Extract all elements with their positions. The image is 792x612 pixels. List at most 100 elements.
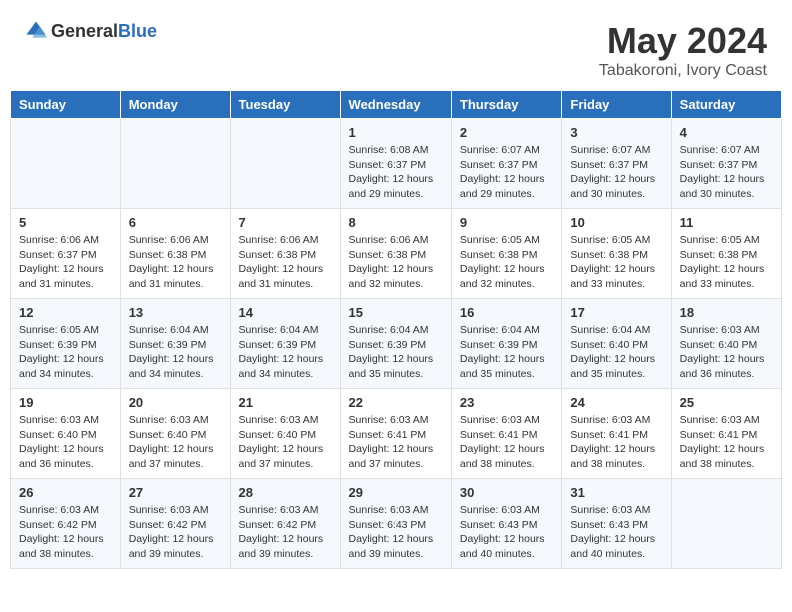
day-info: Sunrise: 6:05 AM Sunset: 6:38 PM Dayligh… xyxy=(680,233,773,292)
day-info: Sunrise: 6:06 AM Sunset: 6:38 PM Dayligh… xyxy=(129,233,222,292)
calendar-week-4: 19 Sunrise: 6:03 AM Sunset: 6:40 PM Dayli… xyxy=(11,389,782,479)
day-info: Sunrise: 6:03 AM Sunset: 6:43 PM Dayligh… xyxy=(460,503,553,562)
table-row: 24Sunrise: 6:03 AM Sunset: 6:41 PM Dayli… xyxy=(562,389,671,479)
table-row: 8 Sunrise: 6:06 AM Sunset: 6:38 PM Daylig… xyxy=(340,209,451,299)
table-row: 31Sunrise: 6:03 AM Sunset: 6:43 PM Dayli… xyxy=(562,479,671,569)
logo-icon xyxy=(25,20,47,42)
day-number: 9 xyxy=(460,215,553,230)
day-number: 18 xyxy=(680,305,773,320)
table-row: 17 Sunrise: 6:04 AM Sunset: 6:40 PM Dayli… xyxy=(562,299,671,389)
logo-general: General xyxy=(51,21,118,41)
day-info: Sunrise: 6:08 AM Sunset: 6:37 PM Dayligh… xyxy=(349,143,443,202)
table-row: 14 Sunrise: 6:04 AM Sunset: 6:39 PM Dayli… xyxy=(230,299,340,389)
location-subtitle: Tabakoroni, Ivory Coast xyxy=(599,62,767,80)
day-info: Sunrise: 6:03 AM Sunset: 6:40 PM Dayligh… xyxy=(129,413,222,472)
table-row: 7Sunrise: 6:06 AM Sunset: 6:38 PM Daylig… xyxy=(230,209,340,299)
table-row: 5Sunrise: 6:06 AM Sunset: 6:37 PM Daylig… xyxy=(11,209,121,299)
day-info: Sunrise: 6:03 AM Sunset: 6:41 PM Dayligh… xyxy=(680,413,773,472)
calendar-week-1: 1 Sunrise: 6:08 AM Sunset: 6:37 PM Daylig… xyxy=(11,119,782,209)
day-info: Sunrise: 6:03 AM Sunset: 6:40 PM Dayligh… xyxy=(19,413,112,472)
table-row: 26 Sunrise: 6:03 AM Sunset: 6:42 PM Dayli… xyxy=(11,479,121,569)
day-info: Sunrise: 6:05 AM Sunset: 6:39 PM Dayligh… xyxy=(19,323,112,382)
table-row: 11Sunrise: 6:05 AM Sunset: 6:38 PM Dayli… xyxy=(671,209,781,299)
weekday-header-row: SundayMondayTuesdayWednesdayThursdayFrid… xyxy=(11,91,782,119)
day-number: 6 xyxy=(129,215,222,230)
table-row: 19 Sunrise: 6:03 AM Sunset: 6:40 PM Dayli… xyxy=(11,389,121,479)
weekday-header-monday: Monday xyxy=(120,91,230,119)
day-number: 14 xyxy=(239,305,332,320)
table-row: 2 Sunrise: 6:07 AM Sunset: 6:37 PM Daylig… xyxy=(451,119,561,209)
table-row: 16 Sunrise: 6:04 AM Sunset: 6:39 PM Dayli… xyxy=(451,299,561,389)
day-number: 19 xyxy=(19,395,112,410)
day-info: Sunrise: 6:04 AM Sunset: 6:40 PM Dayligh… xyxy=(570,323,662,382)
day-info: Sunrise: 6:06 AM Sunset: 6:38 PM Dayligh… xyxy=(349,233,443,292)
day-info: Sunrise: 6:03 AM Sunset: 6:42 PM Dayligh… xyxy=(129,503,222,562)
table-row xyxy=(671,479,781,569)
day-number: 17 xyxy=(570,305,662,320)
day-info: Sunrise: 6:03 AM Sunset: 6:42 PM Dayligh… xyxy=(19,503,112,562)
day-info: Sunrise: 6:07 AM Sunset: 6:37 PM Dayligh… xyxy=(570,143,662,202)
table-row: 9Sunrise: 6:05 AM Sunset: 6:38 PM Daylig… xyxy=(451,209,561,299)
day-info: Sunrise: 6:03 AM Sunset: 6:40 PM Dayligh… xyxy=(680,323,773,382)
logo-text: GeneralBlue xyxy=(51,21,157,42)
day-number: 29 xyxy=(349,485,443,500)
table-row: 30 Sunrise: 6:03 AM Sunset: 6:43 PM Dayli… xyxy=(451,479,561,569)
weekday-header-wednesday: Wednesday xyxy=(340,91,451,119)
day-number: 10 xyxy=(570,215,662,230)
day-info: Sunrise: 6:04 AM Sunset: 6:39 PM Dayligh… xyxy=(239,323,332,382)
table-row: 29 Sunrise: 6:03 AM Sunset: 6:43 PM Dayli… xyxy=(340,479,451,569)
day-info: Sunrise: 6:05 AM Sunset: 6:38 PM Dayligh… xyxy=(570,233,662,292)
day-info: Sunrise: 6:06 AM Sunset: 6:37 PM Dayligh… xyxy=(19,233,112,292)
calendar-week-5: 26 Sunrise: 6:03 AM Sunset: 6:42 PM Dayli… xyxy=(11,479,782,569)
day-number: 7 xyxy=(239,215,332,230)
weekday-header-friday: Friday xyxy=(562,91,671,119)
calendar-table: SundayMondayTuesdayWednesdayThursdayFrid… xyxy=(10,90,782,569)
day-number: 28 xyxy=(239,485,332,500)
day-number: 30 xyxy=(460,485,553,500)
table-row: 23 Sunrise: 6:03 AM Sunset: 6:41 PM Dayli… xyxy=(451,389,561,479)
logo: GeneralBlue xyxy=(25,20,157,42)
day-number: 21 xyxy=(239,395,332,410)
day-info: Sunrise: 6:07 AM Sunset: 6:37 PM Dayligh… xyxy=(460,143,553,202)
day-number: 1 xyxy=(349,125,443,140)
day-info: Sunrise: 6:04 AM Sunset: 6:39 PM Dayligh… xyxy=(349,323,443,382)
day-info: Sunrise: 6:03 AM Sunset: 6:41 PM Dayligh… xyxy=(349,413,443,472)
day-info: Sunrise: 6:03 AM Sunset: 6:42 PM Dayligh… xyxy=(239,503,332,562)
day-number: 12 xyxy=(19,305,112,320)
table-row: 27 Sunrise: 6:03 AM Sunset: 6:42 PM Dayli… xyxy=(120,479,230,569)
table-row: 4Sunrise: 6:07 AM Sunset: 6:37 PM Daylig… xyxy=(671,119,781,209)
table-row: 15 Sunrise: 6:04 AM Sunset: 6:39 PM Dayli… xyxy=(340,299,451,389)
calendar-header: SundayMondayTuesdayWednesdayThursdayFrid… xyxy=(11,91,782,119)
table-row: 12 Sunrise: 6:05 AM Sunset: 6:39 PM Dayli… xyxy=(11,299,121,389)
weekday-header-sunday: Sunday xyxy=(11,91,121,119)
day-info: Sunrise: 6:03 AM Sunset: 6:43 PM Dayligh… xyxy=(349,503,443,562)
day-info: Sunrise: 6:03 AM Sunset: 6:41 PM Dayligh… xyxy=(460,413,553,472)
calendar-week-3: 12 Sunrise: 6:05 AM Sunset: 6:39 PM Dayli… xyxy=(11,299,782,389)
table-row: 18 Sunrise: 6:03 AM Sunset: 6:40 PM Dayli… xyxy=(671,299,781,389)
day-number: 3 xyxy=(570,125,662,140)
day-number: 24 xyxy=(570,395,662,410)
day-info: Sunrise: 6:04 AM Sunset: 6:39 PM Dayligh… xyxy=(460,323,553,382)
table-row: 6 Sunrise: 6:06 AM Sunset: 6:38 PM Daylig… xyxy=(120,209,230,299)
day-number: 16 xyxy=(460,305,553,320)
day-number: 15 xyxy=(349,305,443,320)
table-row: 28 Sunrise: 6:03 AM Sunset: 6:42 PM Dayli… xyxy=(230,479,340,569)
day-number: 22 xyxy=(349,395,443,410)
table-row xyxy=(230,119,340,209)
calendar-body: 1 Sunrise: 6:08 AM Sunset: 6:37 PM Daylig… xyxy=(11,119,782,569)
table-row xyxy=(120,119,230,209)
table-row: 22 Sunrise: 6:03 AM Sunset: 6:41 PM Dayli… xyxy=(340,389,451,479)
day-number: 27 xyxy=(129,485,222,500)
day-number: 23 xyxy=(460,395,553,410)
table-row: 13Sunrise: 6:04 AM Sunset: 6:39 PM Dayli… xyxy=(120,299,230,389)
weekday-header-tuesday: Tuesday xyxy=(230,91,340,119)
day-number: 2 xyxy=(460,125,553,140)
day-number: 26 xyxy=(19,485,112,500)
table-row: 10 Sunrise: 6:05 AM Sunset: 6:38 PM Dayli… xyxy=(562,209,671,299)
day-number: 4 xyxy=(680,125,773,140)
weekday-header-saturday: Saturday xyxy=(671,91,781,119)
day-info: Sunrise: 6:04 AM Sunset: 6:39 PM Dayligh… xyxy=(129,323,222,382)
day-number: 8 xyxy=(349,215,443,230)
day-info: Sunrise: 6:03 AM Sunset: 6:43 PM Dayligh… xyxy=(570,503,662,562)
logo-blue: Blue xyxy=(118,21,157,41)
